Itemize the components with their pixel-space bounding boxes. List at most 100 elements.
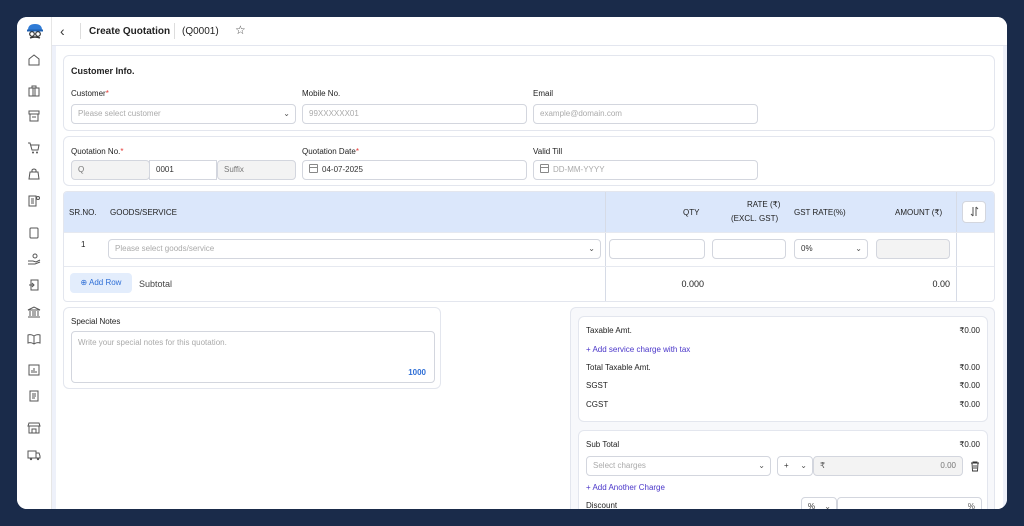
- special-notes-textarea[interactable]: Write your special notes for this quotat…: [71, 331, 435, 383]
- gst-rate-select[interactable]: 0% ⌄: [794, 239, 868, 259]
- cgst-value: ₹0.00: [959, 400, 980, 409]
- quotation-number-input[interactable]: 0001: [149, 160, 217, 180]
- open-book-icon[interactable]: [27, 332, 41, 346]
- archive-icon[interactable]: [27, 109, 41, 123]
- quotation-date-label: Quotation Date*: [302, 147, 359, 156]
- charge-sign-select[interactable]: + ⌄: [777, 456, 813, 476]
- header-gst-rate: GST RATE(%): [794, 208, 846, 217]
- page-title: Create Quotation: [89, 26, 171, 37]
- truck-icon[interactable]: [27, 448, 41, 462]
- quotation-date-input[interactable]: 04-07-2025: [302, 160, 527, 180]
- discount-label: Discount: [586, 501, 618, 509]
- quotation-no-label: Quotation No.*: [71, 147, 124, 156]
- subtotal-qty: 0.000: [681, 279, 704, 289]
- home-icon[interactable]: [27, 53, 41, 67]
- add-row-icon: ⊕: [80, 278, 89, 287]
- hand-coin-icon[interactable]: [27, 252, 41, 266]
- column-divider: [956, 192, 957, 301]
- chevron-down-icon: ⌄: [824, 502, 831, 509]
- top-bar: ‹ Create Quotation (Q0001) ☆: [52, 17, 1007, 46]
- cart-icon[interactable]: [27, 141, 41, 155]
- book-icon[interactable]: [27, 226, 41, 240]
- charges-select[interactable]: Select charges ⌄: [586, 456, 771, 476]
- charge-amount-input[interactable]: ₹0.00: [813, 456, 963, 476]
- receipt-return-icon[interactable]: [27, 278, 41, 292]
- charges-card: Sub Total ₹0.00 Select charges ⌄ + ⌄ ₹0.00…: [578, 430, 988, 509]
- total-taxable-label: Total Taxable Amt.: [586, 363, 651, 372]
- header-qty: QTY: [683, 208, 700, 217]
- mobile-input[interactable]: 99XXXXXX01: [302, 104, 527, 124]
- total-taxable-value: ₹0.00: [959, 363, 980, 372]
- logo-icon: [27, 24, 43, 39]
- valid-till-label: Valid Till: [533, 147, 563, 156]
- star-icon[interactable]: ☆: [235, 24, 246, 36]
- coins-icon[interactable]: [27, 194, 41, 208]
- discount-type-select[interactable]: % ⌄: [801, 497, 837, 509]
- email-label: Email: [533, 89, 554, 98]
- calendar-icon: [309, 164, 318, 173]
- add-row-button[interactable]: ⊕ Add Row: [70, 273, 132, 293]
- invoice-icon[interactable]: [27, 389, 41, 403]
- add-service-charge-link[interactable]: + Add service charge with tax: [586, 345, 690, 354]
- sgst-value: ₹0.00: [959, 381, 980, 390]
- mobile-label: Mobile No.: [302, 89, 341, 98]
- back-arrow-icon[interactable]: ‹: [60, 24, 65, 38]
- email-input[interactable]: example@domain.com: [533, 104, 758, 124]
- chevron-down-icon: ⌄: [758, 461, 765, 470]
- taxable-amt-label: Taxable Amt.: [586, 326, 632, 335]
- rate-input[interactable]: [712, 239, 786, 259]
- notes-placeholder: Write your special notes for this quotat…: [78, 338, 227, 347]
- row-divider: [64, 266, 994, 267]
- sub-total-value: ₹0.00: [959, 440, 980, 449]
- quotation-code: (Q0001): [182, 26, 219, 37]
- column-settings-icon: [970, 206, 979, 217]
- header-amount: AMOUNT (₹): [895, 208, 943, 217]
- special-notes-label: Special Notes: [71, 317, 121, 326]
- customer-label: Customer*: [71, 89, 109, 98]
- taxable-amt-value: ₹0.00: [959, 326, 980, 335]
- rupee-symbol: ₹: [820, 461, 826, 470]
- trash-icon[interactable]: [970, 461, 980, 472]
- form-content: Customer Info. Customer* Please select c…: [56, 46, 1003, 509]
- header-rate-sub: (EXCL. GST): [731, 214, 779, 223]
- header-sr-no: SR.NO.: [69, 208, 97, 217]
- briefcase-icon[interactable]: [27, 84, 41, 98]
- divider: [174, 23, 175, 39]
- special-notes-card: Special Notes Write your special notes f…: [63, 307, 441, 389]
- bag-icon[interactable]: [27, 167, 41, 181]
- customer-select[interactable]: Please select customer ⌄: [71, 104, 296, 124]
- column-divider: [605, 192, 606, 301]
- report-icon[interactable]: [27, 363, 41, 377]
- row-divider: [64, 232, 994, 233]
- column-settings-button[interactable]: [962, 201, 986, 223]
- store-icon[interactable]: [27, 421, 41, 435]
- sgst-label: SGST: [586, 381, 608, 390]
- goods-select[interactable]: Please select goods/service ⌄: [108, 239, 601, 259]
- header-goods: GOODS/SERVICE: [110, 208, 177, 217]
- subtotal-amount: 0.00: [932, 279, 950, 289]
- valid-till-input[interactable]: DD-MM-YYYY: [533, 160, 758, 180]
- amount-input: [876, 239, 950, 259]
- tax-summary-card: Taxable Amt. ₹0.00 + Add service charge …: [578, 316, 988, 422]
- quotation-suffix-input[interactable]: Suffix: [217, 160, 296, 180]
- chevron-down-icon: ⌄: [855, 244, 862, 253]
- subtotal-label: Subtotal: [139, 279, 173, 289]
- section-title: Customer Info.: [71, 66, 135, 76]
- add-another-charge-link[interactable]: + Add Another Charge: [586, 483, 665, 492]
- bank-icon[interactable]: [27, 305, 41, 319]
- table-header: [64, 192, 994, 232]
- header-rate: RATE (₹): [747, 200, 781, 209]
- summary-panel: Taxable Amt. ₹0.00 + Add service charge …: [570, 307, 995, 509]
- sub-total-label: Sub Total: [586, 440, 620, 449]
- quotation-prefix-input[interactable]: Q: [71, 160, 150, 180]
- notes-char-count: 1000: [408, 368, 426, 377]
- sidebar: [17, 17, 52, 509]
- chevron-down-icon: ⌄: [800, 461, 807, 470]
- qty-input[interactable]: [609, 239, 705, 259]
- chevron-down-icon: ⌄: [588, 244, 595, 253]
- discount-input[interactable]: %: [837, 497, 982, 509]
- main-area: ‹ Create Quotation (Q0001) ☆ Customer In…: [52, 17, 1007, 509]
- items-table: SR.NO. GOODS/SERVICE QTY RATE (₹) (EXCL.…: [63, 191, 995, 302]
- customer-info-card: Customer Info. Customer* Please select c…: [63, 55, 995, 131]
- quotation-card: Quotation No.* Q 0001 Suffix Quotation D…: [63, 136, 995, 186]
